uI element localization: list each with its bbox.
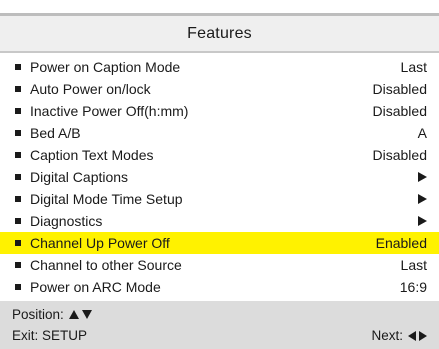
menu-item-label: Inactive Power Off(h:mm)	[30, 103, 189, 119]
menu-item-diagnostics[interactable]: Diagnostics	[0, 210, 439, 232]
menu-item-power-on-arc-mode[interactable]: Power on ARC Mode 16:9	[0, 276, 439, 298]
menu-list: Power on Caption Mode Last Auto Power on…	[0, 54, 439, 301]
bullet-icon	[15, 240, 21, 246]
menu-item-digital-mode-time-setup[interactable]: Digital Mode Time Setup	[0, 188, 439, 210]
menu-title: Features	[187, 24, 252, 42]
exit-hint: Exit: SETUP	[12, 328, 87, 343]
arrow-left-icon	[408, 330, 416, 341]
exit-label: Exit: SETUP	[12, 328, 88, 343]
menu-item-channel-to-other-source[interactable]: Channel to other Source Last	[0, 254, 439, 276]
menu-item-value: 16:9	[399, 279, 427, 295]
menu-item-inactive-power-off[interactable]: Inactive Power Off(h:mm) Disabled	[0, 100, 439, 122]
menu-item-power-on-caption-mode[interactable]: Power on Caption Mode Last	[0, 56, 439, 78]
menu-item-label: Channel to other Source	[30, 257, 182, 273]
next-hint: Next:	[371, 328, 427, 343]
bullet-icon	[15, 174, 21, 180]
menu-item-value: Disabled	[372, 81, 427, 97]
menu-item-value: A	[417, 125, 427, 141]
menu-header: Features	[0, 16, 439, 51]
bullet-icon	[15, 196, 21, 202]
arrow-right-icon	[418, 194, 427, 204]
menu-item-label: Channel Up Power Off	[30, 235, 170, 251]
menu-item-label: Digital Captions	[30, 169, 129, 185]
menu-item-label: Power on ARC Mode	[30, 279, 161, 295]
bullet-icon	[15, 86, 21, 92]
menu-item-label: Power on Caption Mode	[30, 59, 181, 75]
arrow-up-icon	[68, 310, 79, 319]
bullet-icon	[15, 262, 21, 268]
bullet-icon	[15, 108, 21, 114]
top-strip	[0, 0, 439, 13]
bullet-icon	[15, 218, 21, 224]
menu-item-label: Bed A/B	[30, 125, 81, 141]
menu-item-value: Disabled	[372, 103, 427, 119]
arrow-right-icon	[418, 172, 427, 182]
menu-item-bed-ab[interactable]: Bed A/B A	[0, 122, 439, 144]
position-label: Position:	[12, 307, 64, 322]
arrow-down-icon	[81, 310, 92, 319]
menu-item-caption-text-modes[interactable]: Caption Text Modes Disabled	[0, 144, 439, 166]
bullet-icon	[15, 152, 21, 158]
menu-item-label: Auto Power on/lock	[30, 81, 151, 97]
header-divider	[0, 51, 439, 53]
menu-item-label: Diagnostics	[30, 213, 103, 229]
arrow-right-icon	[418, 216, 427, 226]
menu-footer: Position: Exit: SETUP Next:	[0, 301, 439, 349]
menu-item-channel-up-power-off[interactable]: Channel Up Power Off Enabled	[0, 232, 439, 254]
bullet-icon	[15, 130, 21, 136]
menu-item-value: Last	[400, 59, 427, 75]
menu-item-label: Caption Text Modes	[30, 147, 154, 163]
menu-item-auto-power-on-lock[interactable]: Auto Power on/lock Disabled	[0, 78, 439, 100]
arrow-right-icon	[419, 330, 427, 341]
menu-item-digital-captions[interactable]: Digital Captions	[0, 166, 439, 188]
menu-item-value: Disabled	[372, 147, 427, 163]
menu-item-value: Enabled	[375, 235, 427, 251]
menu-item-label: Digital Mode Time Setup	[30, 191, 183, 207]
bullet-icon	[15, 284, 21, 290]
position-hint: Position:	[12, 307, 92, 322]
features-menu-screen: Features Power on Caption Mode Last Auto…	[0, 0, 439, 349]
menu-item-value: Last	[400, 257, 427, 273]
next-label: Next:	[371, 328, 403, 343]
bullet-icon	[15, 64, 21, 70]
